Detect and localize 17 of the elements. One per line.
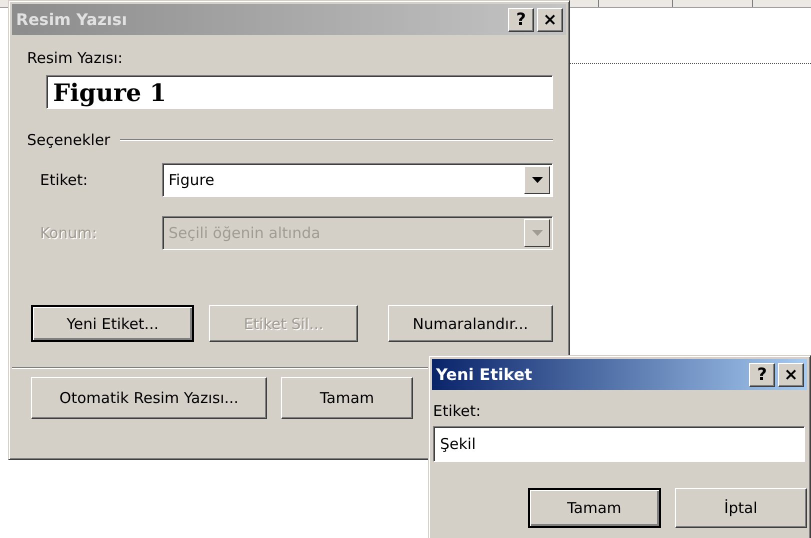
window-title: Yeni Etiket [436,365,534,384]
window-title: Resim Yazısı [16,10,128,29]
close-button[interactable]: × [778,362,804,386]
caption-field[interactable]: Figure 1 [46,75,553,109]
group-label: Seçenekler [27,131,110,149]
dialog-button[interactable]: Yeni Etiket... [31,305,194,342]
dialog-button[interactable]: Tamam [528,488,661,528]
label-field[interactable]: Şekil [433,426,805,462]
dialog-button[interactable]: Numaralandır... [388,305,554,342]
field-label: Etiket: [433,402,482,420]
dialog-button[interactable]: İptal [674,488,807,528]
help-button[interactable]: ? [749,362,775,386]
dialog-button[interactable]: Tamam [281,377,413,419]
field-label: Resim Yazısı: [27,49,124,67]
field-label: Etiket: [39,171,89,189]
dialog-button[interactable]: Otomatik Resim Yazısı... [31,377,267,419]
dropdown[interactable]: Figure [162,163,553,197]
